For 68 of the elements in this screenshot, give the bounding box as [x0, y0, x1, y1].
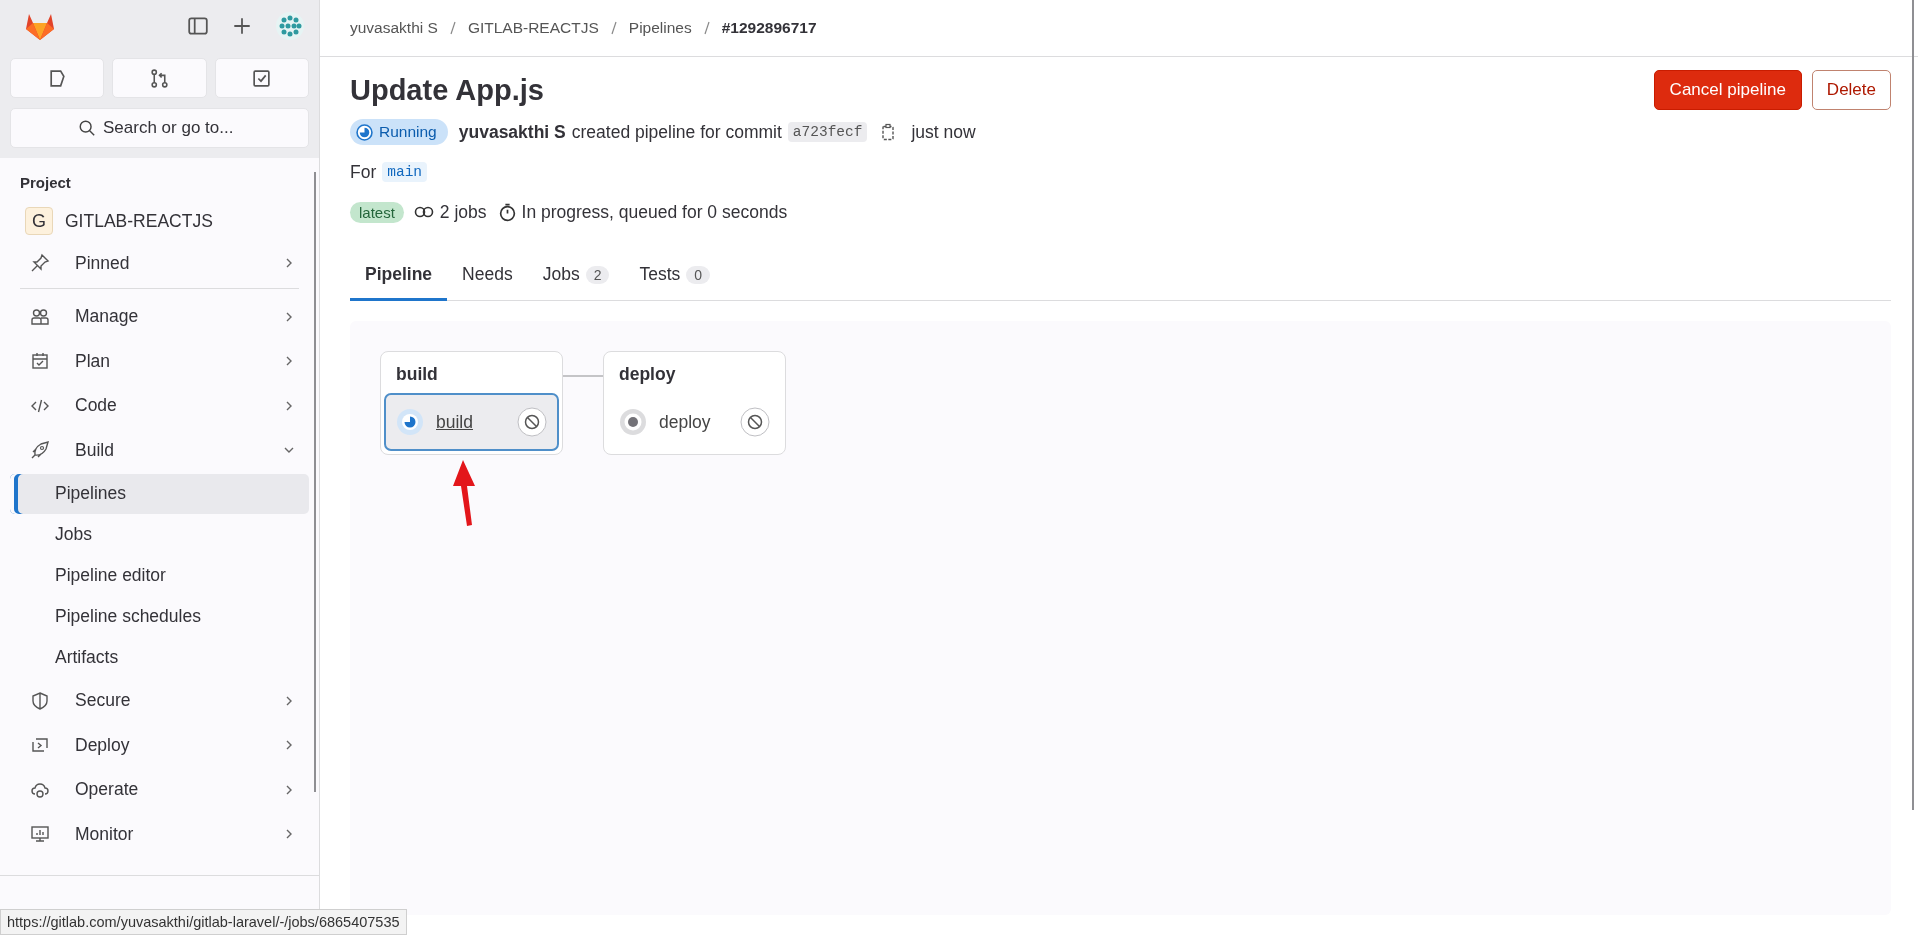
job-item[interactable]: build [384, 393, 559, 451]
breadcrumb-separator-icon [610, 21, 617, 35]
stage-title: deploy [618, 363, 677, 386]
tab[interactable]: Pipeline [350, 251, 448, 301]
delete-button[interactable]: Delete [1811, 70, 1891, 110]
nav-item[interactable]: Deploy [10, 723, 309, 768]
nav-item[interactable]: Code [10, 383, 309, 428]
nav-subitem[interactable]: Artifacts [10, 637, 309, 678]
issues-button[interactable] [10, 58, 105, 98]
todo-button[interactable] [214, 58, 309, 98]
search-icon [78, 119, 96, 137]
nav-item[interactable]: Manage [10, 294, 309, 339]
rocket-icon [30, 440, 50, 461]
people-icon [30, 306, 50, 327]
duration-text: In progress, queued for 0 seconds [521, 201, 788, 223]
monitor-icon [30, 824, 50, 845]
search-field[interactable]: Search or go to... [10, 108, 309, 148]
nav-item[interactable]: Build [10, 428, 309, 473]
nav-subitem[interactable]: Pipeline schedules [10, 596, 309, 637]
breadcrumb-link[interactable]: GITLAB-REACTJS [467, 19, 599, 37]
connector-line [563, 375, 603, 377]
breadcrumb-link[interactable]: Pipelines [628, 19, 692, 37]
nav-subitem[interactable]: Pipeline editor [10, 555, 309, 596]
shield-icon [30, 690, 50, 711]
latest-badge: latest [350, 201, 404, 223]
status-bar-url: https://gitlab.com/yuvasakthi/gitlab-laravel/-/jobs/6865407535 [0, 909, 407, 935]
author-link[interactable]: yuvasakthi S [458, 121, 566, 143]
calendar-icon [30, 351, 50, 372]
breadcrumb-separator-icon [703, 21, 710, 35]
running-status-icon [356, 123, 373, 141]
breadcrumb-link[interactable]: #1292896717 [721, 19, 817, 37]
tab[interactable]: Needs [447, 251, 528, 301]
jobs-count: 2 jobs [439, 201, 487, 223]
avatar-icon[interactable] [275, 11, 305, 41]
nav-item[interactable]: Monitor [10, 812, 309, 857]
nav-subitem[interactable]: Jobs [10, 514, 309, 555]
time-text: just now [911, 121, 976, 143]
ref-label: For [350, 161, 377, 183]
pipeline-description: created pipeline for commit [571, 121, 782, 143]
checkbox-icon [251, 67, 273, 89]
job-item[interactable]: deploy [607, 393, 782, 451]
nav-subitem[interactable]: Pipelines [10, 473, 309, 514]
plus-icon[interactable] [231, 15, 253, 37]
timer-icon [498, 202, 516, 222]
tab[interactable]: Tests 0 [624, 251, 726, 301]
breadcrumb-link[interactable]: yuvasakthi S [350, 19, 438, 37]
nav-item[interactable]: Plan [10, 339, 309, 384]
sidebar-toggle-icon[interactable] [187, 15, 209, 37]
stage-title: build [395, 363, 439, 386]
branch-link[interactable]: main [382, 162, 428, 182]
page-title: Update App.js [350, 74, 545, 107]
project-link[interactable]: G GITLAB-REACTJS [10, 201, 309, 241]
pin-icon [30, 253, 50, 274]
cancel-icon[interactable] [740, 407, 770, 437]
breadcrumb-separator-icon [449, 21, 456, 35]
nav-item[interactable]: Operate [10, 767, 309, 812]
project-avatar: G [25, 207, 53, 235]
commit-sha[interactable]: a723fecf [787, 122, 868, 142]
section-title: Project [19, 173, 72, 193]
jobs-icon [413, 205, 434, 219]
merge-request-icon [149, 67, 170, 89]
cancel-icon[interactable] [517, 407, 547, 437]
cancel-pipeline-button[interactable]: Cancel pipeline [1653, 70, 1802, 110]
tab[interactable]: Jobs 2 [527, 251, 625, 301]
merge-requests-button[interactable] [112, 58, 207, 98]
nav-item[interactable]: Pinned [10, 241, 309, 286]
nav-item[interactable]: Secure [10, 678, 309, 723]
status-badge[interactable]: Running [350, 119, 448, 145]
